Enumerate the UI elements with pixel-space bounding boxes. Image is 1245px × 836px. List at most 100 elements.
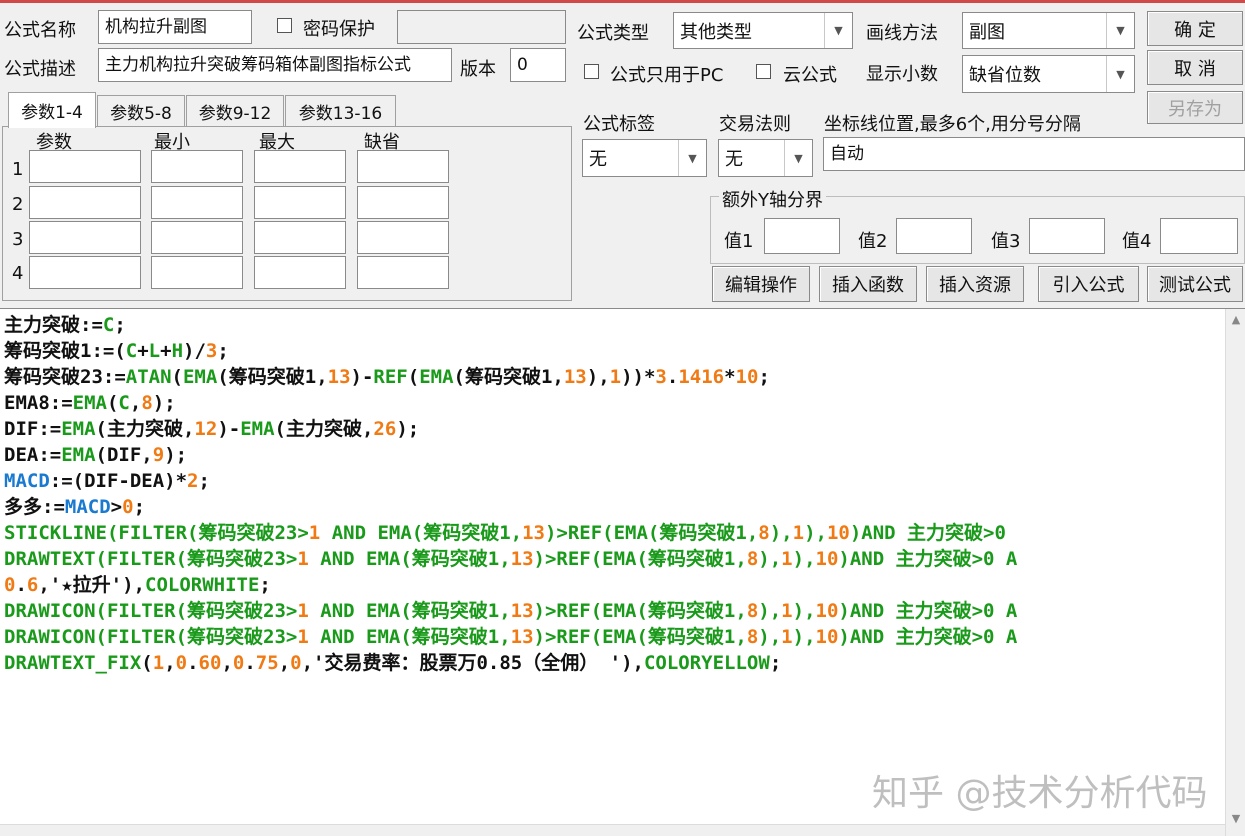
code-line[interactable]: 主力突破:=C; (4, 312, 1223, 338)
param-3-name-input[interactable] (29, 221, 141, 254)
code-line[interactable]: STICKLINE(FILTER(筹码突破23>1 AND EMA(筹码突破1,… (4, 520, 1223, 546)
save-as-button[interactable]: 另存为 (1147, 91, 1243, 124)
formula-desc-input[interactable]: 主力机构拉升突破筹码箱体副图指标公式 (98, 48, 452, 82)
code-token: 13 (510, 600, 534, 622)
code-token: 1 (297, 548, 309, 570)
param-1-max-input[interactable] (254, 150, 346, 183)
code-token: COLORYELLOW (643, 652, 770, 674)
coord-line-input[interactable]: 自动 (823, 137, 1245, 171)
decimals-label: 显示小数 (866, 64, 938, 85)
chevron-down-icon[interactable]: ▼ (1106, 56, 1134, 92)
param-3-max-input[interactable] (254, 221, 346, 254)
param-2-default-input[interactable] (357, 186, 449, 219)
code-token: 1 (297, 626, 309, 648)
cancel-button[interactable]: 取 消 (1147, 50, 1243, 85)
code-content[interactable]: 主力突破:=C; 筹码突破1:=(C+L+H)/3; 筹码突破23:=ATAN(EM… (4, 312, 1223, 676)
code-line[interactable]: 筹码突破1:=(C+L+H)/3; (4, 338, 1223, 364)
code-token: )>REF(EMA(筹码突破1, (533, 548, 747, 570)
param-1-min-input[interactable] (151, 150, 243, 183)
code-token: 6 (26, 574, 39, 596)
code-editor[interactable]: 主力突破:=C; 筹码突破1:=(C+L+H)/3; 筹码突破23:=ATAN(EM… (0, 308, 1245, 836)
ok-button[interactable]: 确 定 (1147, 11, 1243, 46)
code-line[interactable]: 筹码突破23:=ATAN(EMA(筹码突破1,13)-REF(EMA(筹码突破1… (4, 364, 1223, 390)
code-line[interactable]: 0.6,'★拉升'),COLORWHITE; (4, 572, 1223, 598)
code-line[interactable]: DIF:=EMA(主力突破,12)-EMA(主力突破,26); (4, 416, 1223, 442)
scroll-down-icon[interactable]: ▼ (1226, 812, 1245, 825)
param-2-max-input[interactable] (254, 186, 346, 219)
code-token: ), (586, 366, 610, 388)
insert-resource-button[interactable]: 插入资源 (926, 266, 1024, 302)
import-formula-button[interactable]: 引入公式 (1038, 266, 1139, 302)
code-line[interactable]: DRAWTEXT_FIX(1,0.60,0.75,0,'交易费率：股票万0.85… (4, 650, 1223, 676)
draw-method-value: 副图 (969, 21, 1005, 43)
coord-line-label: 坐标线位置,最多6个,用分号分隔 (824, 114, 1081, 135)
param-4-default-input[interactable] (357, 256, 449, 289)
param-1-default-input[interactable] (357, 150, 449, 183)
code-line[interactable]: MACD:=(DIF-DEA)*2; (4, 468, 1223, 494)
param-row-number: 1 (12, 159, 24, 180)
value3-label: 值3 (991, 231, 1021, 252)
code-line[interactable]: DRAWICON(FILTER(筹码突破23>1 AND EMA(筹码突破1,1… (4, 624, 1223, 650)
insert-function-button[interactable]: 插入函数 (819, 266, 917, 302)
param-3-min-input[interactable] (151, 221, 243, 254)
edit-operation-button[interactable]: 编辑操作 (712, 266, 810, 302)
draw-method-select[interactable]: 副图 ▼ (962, 12, 1135, 49)
tab-params-9-12[interactable]: 参数9-12 (186, 95, 284, 127)
horizontal-scrollbar[interactable] (0, 824, 1225, 836)
version-input[interactable]: 0 (510, 48, 566, 82)
formula-name-input[interactable]: 机构拉升副图 (98, 10, 252, 44)
code-line[interactable]: 多多:=MACD>0; (4, 494, 1223, 520)
formula-type-value: 其他类型 (680, 21, 752, 43)
password-checkbox[interactable] (277, 18, 292, 33)
watermark: 知乎 @技术分析代码 (872, 773, 1208, 814)
tab-params-5-8[interactable]: 参数5-8 (97, 95, 185, 127)
chevron-down-icon[interactable]: ▼ (678, 140, 706, 176)
value1-input[interactable] (764, 218, 840, 254)
formula-name-label: 公式名称 (4, 20, 76, 41)
scroll-up-icon[interactable]: ▲ (1226, 313, 1245, 326)
tab-params-13-16[interactable]: 参数13-16 (285, 95, 396, 127)
trade-rule-select[interactable]: 无 ▼ (718, 139, 813, 177)
code-line[interactable]: EMA8:=EMA(C,8); (4, 390, 1223, 416)
code-token: AND EMA(筹码突破1, (320, 522, 523, 544)
cloud-checkbox[interactable] (756, 64, 771, 79)
value4-input[interactable] (1160, 218, 1238, 254)
code-token: DRAWTEXT_FIX (4, 652, 142, 674)
password-label: 密码保护 (303, 19, 375, 40)
param-2-min-input[interactable] (151, 186, 243, 219)
formula-type-select[interactable]: 其他类型 ▼ (673, 12, 853, 49)
password-input[interactable] (397, 10, 566, 44)
code-token: (筹码突破1, (453, 366, 564, 388)
code-token: ; (758, 366, 770, 388)
param-4-name-input[interactable] (29, 256, 141, 289)
chevron-down-icon[interactable]: ▼ (1106, 13, 1134, 48)
code-token: 1 (781, 626, 793, 648)
params-panel: 参数 最小 最大 缺省 1 2 3 4 (2, 126, 572, 301)
param-1-name-input[interactable] (29, 150, 141, 183)
code-line[interactable]: DRAWICON(FILTER(筹码突破23>1 AND EMA(筹码突破1,1… (4, 598, 1223, 624)
code-token: ; (198, 470, 210, 492)
value3-input[interactable] (1029, 218, 1105, 254)
param-4-min-input[interactable] (151, 256, 243, 289)
param-3-default-input[interactable] (357, 221, 449, 254)
test-formula-button[interactable]: 测试公式 (1147, 266, 1243, 302)
code-token: (DIF, (95, 444, 153, 466)
decimals-select[interactable]: 缺省位数 ▼ (962, 55, 1135, 93)
code-token: EMA (72, 392, 107, 414)
code-token: )- (217, 418, 241, 440)
chevron-down-icon[interactable]: ▼ (824, 13, 852, 48)
value2-input[interactable] (896, 218, 972, 254)
code-token: . (666, 366, 679, 388)
chevron-down-icon[interactable]: ▼ (784, 140, 812, 176)
pc-only-checkbox[interactable] (584, 64, 599, 79)
code-token: ), (792, 626, 816, 648)
param-4-max-input[interactable] (254, 256, 346, 289)
code-line[interactable]: DRAWTEXT(FILTER(筹码突破23>1 AND EMA(筹码突破1,1… (4, 546, 1223, 572)
vertical-scrollbar[interactable]: ▲ ▼ (1225, 309, 1245, 836)
tab-params-1-4[interactable]: 参数1-4 (8, 92, 96, 128)
param-2-name-input[interactable] (29, 186, 141, 219)
code-token: 0 (232, 652, 245, 674)
code-token: 1416 (678, 366, 725, 388)
formula-tag-select[interactable]: 无 ▼ (582, 139, 707, 177)
code-line[interactable]: DEA:=EMA(DIF,9); (4, 442, 1223, 468)
